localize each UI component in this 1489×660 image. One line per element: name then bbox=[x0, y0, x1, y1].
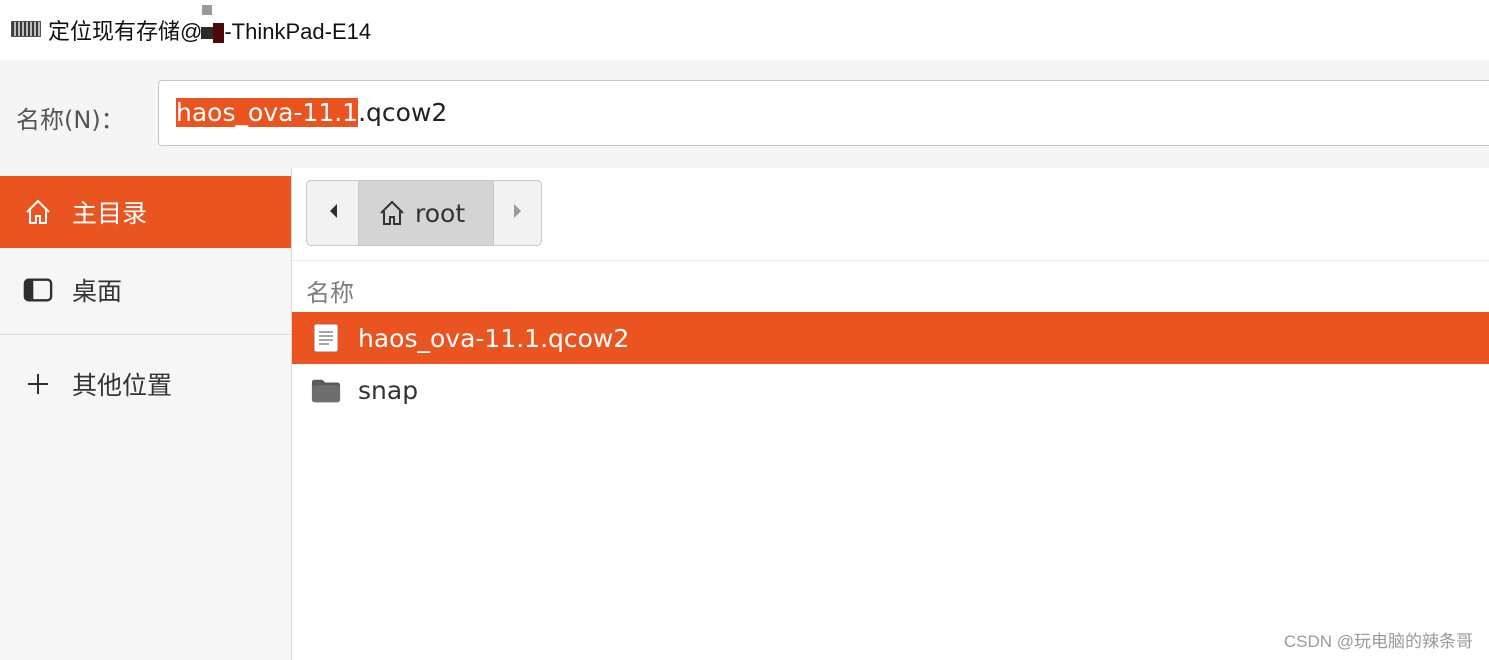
window-title: 定位现有存储@ -ThinkPad-E14 bbox=[48, 5, 372, 46]
file-name: haos_ova-11.1.qcow2 bbox=[358, 323, 630, 353]
header-divider bbox=[292, 260, 1489, 261]
chevron-right-icon bbox=[512, 202, 524, 224]
name-row: 名称(N)： haos_ova-11.1.qcow2 bbox=[0, 60, 1489, 168]
redacted-username bbox=[201, 5, 225, 43]
filename-input[interactable]: haos_ova-11.1.qcow2 bbox=[158, 80, 1489, 146]
sidebar-item-home[interactable]: 主目录 bbox=[0, 176, 291, 248]
home-icon bbox=[23, 197, 53, 227]
filename-extension-text: .qcow2 bbox=[358, 98, 448, 127]
window-title-prefix: 定位现有存储@ bbox=[48, 19, 203, 44]
places-sidebar: 主目录 桌面 其他位置 bbox=[0, 168, 292, 660]
file-row-snap[interactable]: snap bbox=[292, 364, 1489, 416]
path-forward-button[interactable] bbox=[494, 181, 541, 245]
plus-icon bbox=[23, 369, 53, 399]
sidebar-item-label: 其他位置 bbox=[72, 371, 173, 400]
file-row-qcow2[interactable]: haos_ova-11.1.qcow2 bbox=[292, 312, 1489, 364]
column-header-name[interactable]: 名称 bbox=[306, 273, 354, 308]
desktop-icon bbox=[23, 275, 53, 305]
path-back-button[interactable] bbox=[307, 181, 359, 245]
path-crumb-root[interactable]: root bbox=[359, 181, 494, 245]
name-label: 名称(N)： bbox=[16, 106, 125, 134]
sidebar-item-other-locations[interactable]: 其他位置 bbox=[0, 348, 291, 420]
home-icon bbox=[377, 198, 407, 228]
file-browser: root 名称 haos_ova-11.1.qcow2 snap bbox=[292, 168, 1489, 660]
app-icon bbox=[11, 21, 41, 37]
window-title-bar[interactable]: 定位现有存储@ -ThinkPad-E14 bbox=[0, 0, 1489, 60]
folder-icon bbox=[311, 374, 341, 406]
sidebar-item-desktop[interactable]: 桌面 bbox=[0, 254, 291, 326]
sidebar-item-label: 桌面 bbox=[72, 277, 123, 306]
sidebar-item-label: 主目录 bbox=[72, 199, 148, 228]
file-icon bbox=[311, 322, 341, 354]
path-crumb-label: root bbox=[415, 198, 466, 228]
sidebar-divider bbox=[0, 334, 291, 335]
watermark: CSDN @玩电脑的辣条哥 bbox=[1283, 632, 1473, 651]
path-bar: root bbox=[306, 180, 542, 246]
filename-selected-text: haos_ova-11.1 bbox=[176, 98, 359, 127]
file-name: snap bbox=[358, 375, 419, 405]
chevron-left-icon bbox=[327, 202, 339, 224]
window-title-suffix: -ThinkPad-E14 bbox=[224, 19, 372, 44]
